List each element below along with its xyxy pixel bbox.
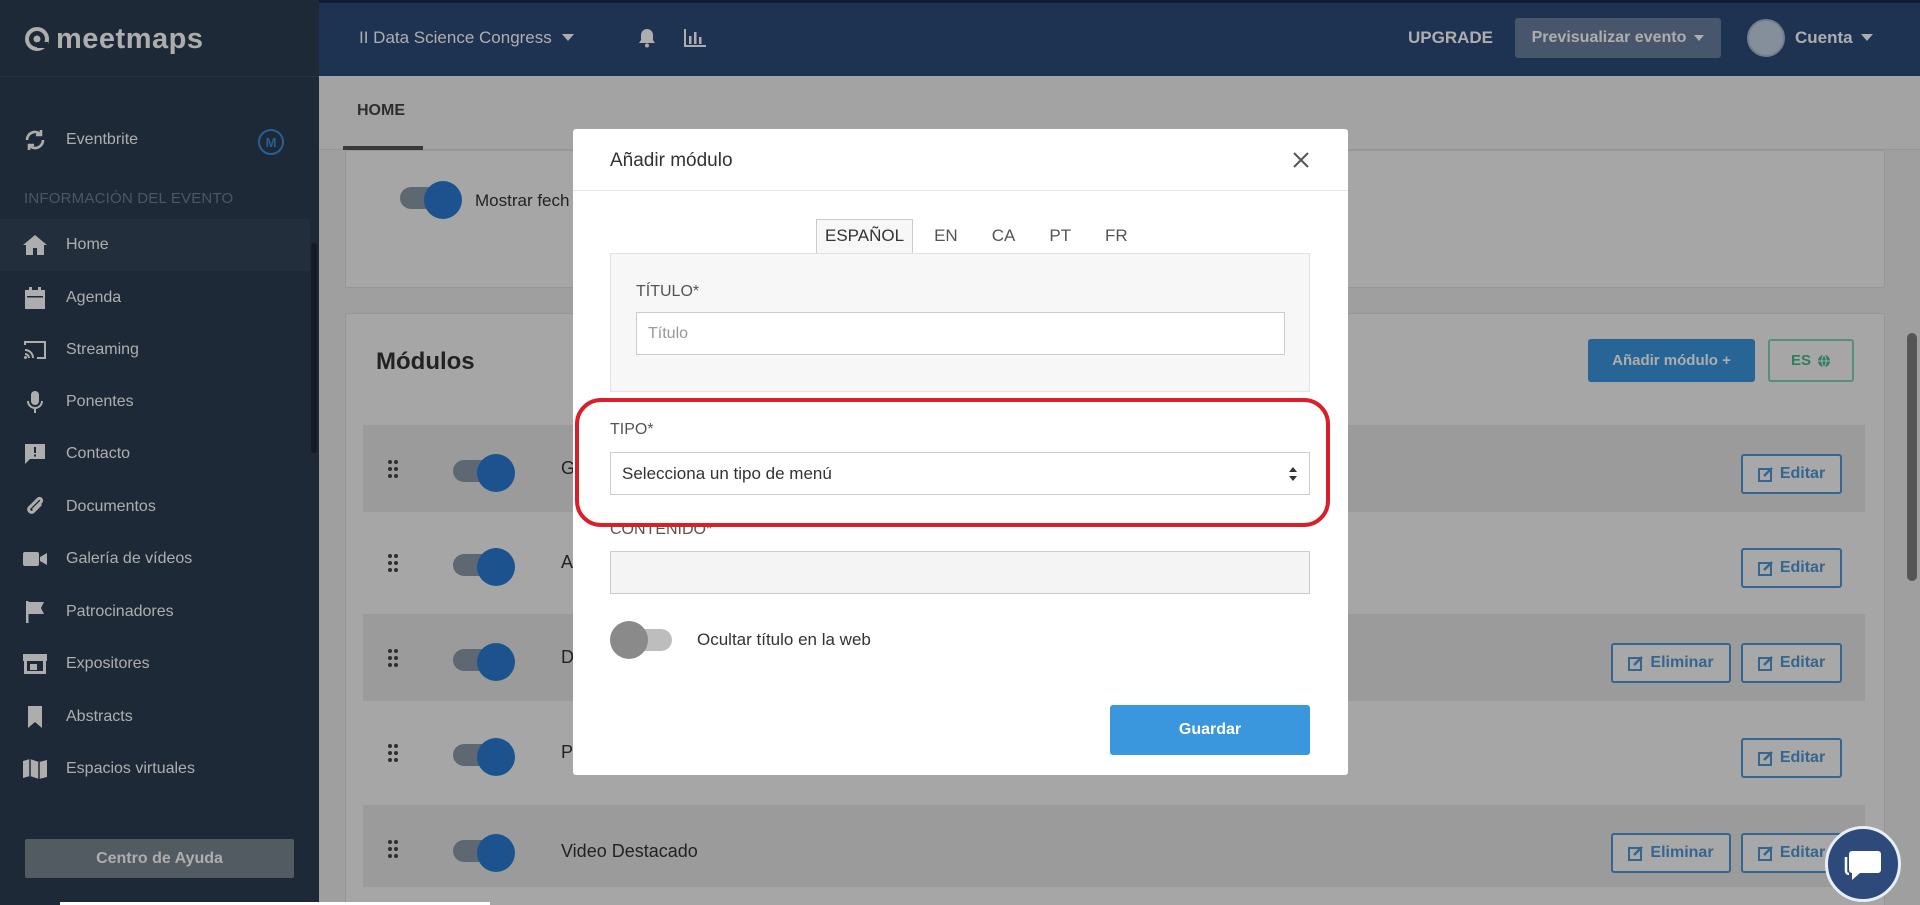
hide-title-label: Ocultar título en la web (697, 630, 871, 649)
save-button[interactable]: Guardar (1110, 705, 1310, 755)
close-icon[interactable] (1290, 149, 1312, 171)
language-tabs: ESPAÑOL EN CA PT FR (816, 219, 1153, 255)
page-scrollbar[interactable] (1907, 333, 1917, 581)
hide-title-toggle[interactable] (610, 619, 674, 659)
tab-lang-ca[interactable]: CA (983, 219, 1025, 255)
modal-title: Añadir módulo (610, 150, 733, 171)
title-label: TÍTULO* (636, 283, 700, 300)
modal-header: Añadir módulo (573, 129, 1348, 191)
tab-lang-pt[interactable]: PT (1040, 219, 1080, 255)
language-panel: TÍTULO* (610, 253, 1310, 392)
content-field[interactable] (610, 551, 1310, 594)
tab-lang-fr[interactable]: FR (1096, 219, 1137, 255)
chat-widget-button[interactable] (1825, 826, 1901, 902)
tab-lang-es[interactable]: ESPAÑOL (816, 219, 914, 255)
tab-lang-en[interactable]: EN (925, 219, 967, 255)
chat-bubble-icon (1844, 851, 1881, 880)
title-input[interactable] (636, 312, 1285, 355)
annotation-highlight (575, 398, 1330, 527)
